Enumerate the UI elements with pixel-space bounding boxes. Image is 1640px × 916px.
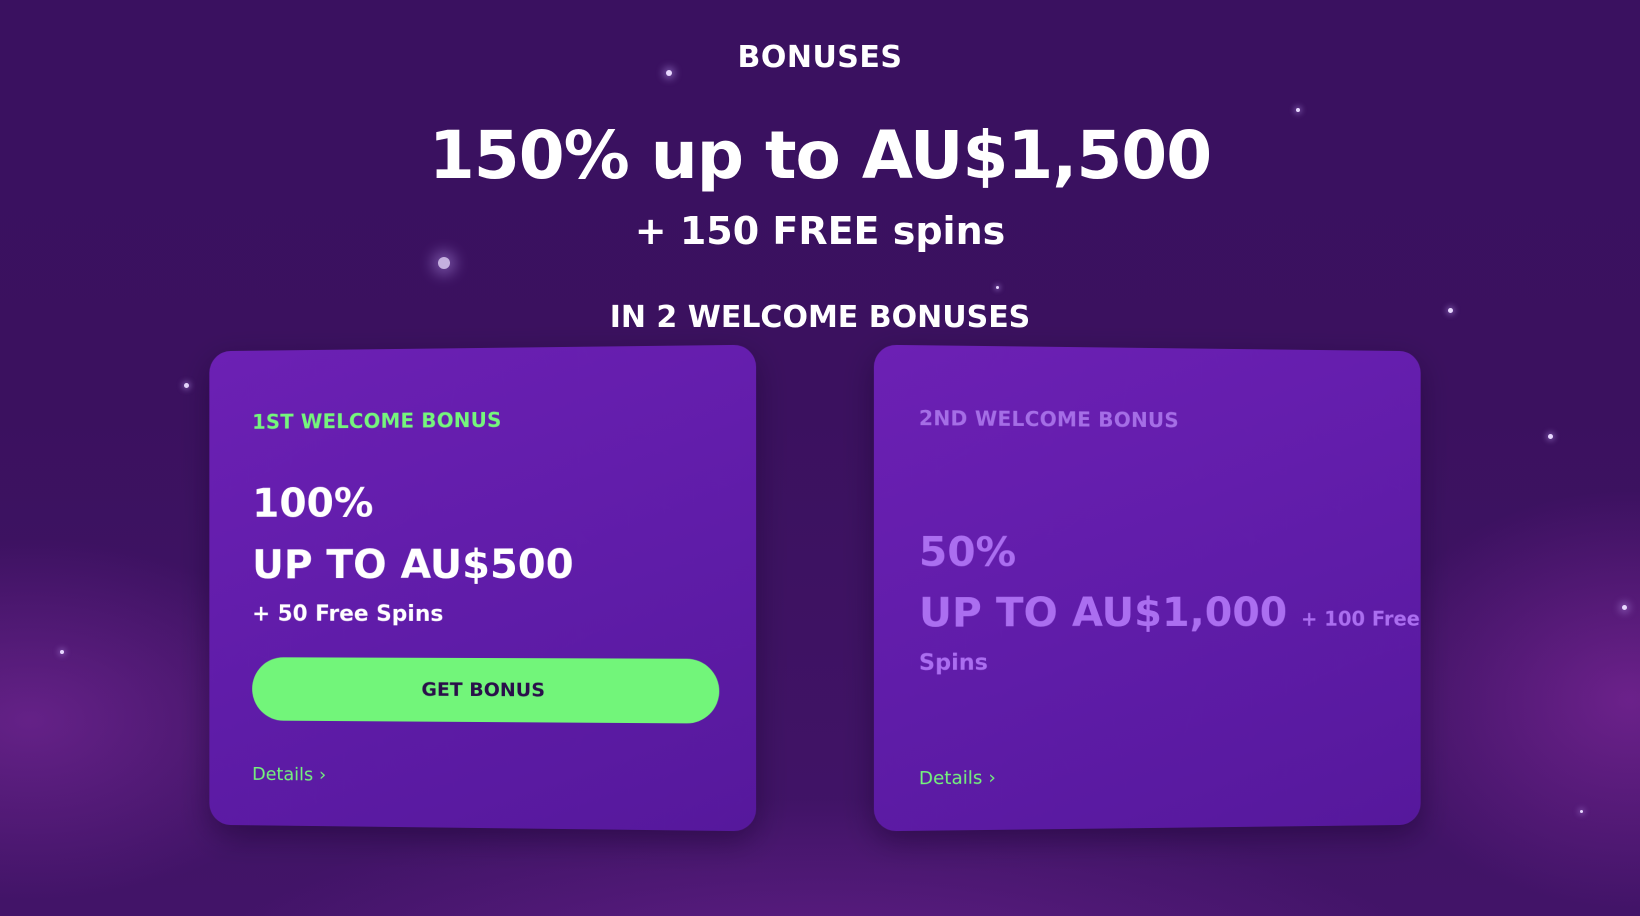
star-decoration xyxy=(1548,434,1553,439)
welcome-bonuses-note: IN 2 WELCOME BONUSES xyxy=(609,300,1031,335)
star-decoration xyxy=(1580,810,1583,813)
bonus-headline: 150% up to AU$1,500 xyxy=(428,117,1212,194)
free-spins-text: + 50 Free Spins xyxy=(252,601,444,627)
card-label: 2ND WELCOME BONUS xyxy=(918,405,1179,433)
star-decoration xyxy=(996,286,999,289)
section-eyebrow: BONUSES xyxy=(737,40,903,75)
bonus-amount: UP TO AU$500 xyxy=(252,541,574,588)
details-link[interactable]: Details › xyxy=(252,764,326,785)
details-label: Details xyxy=(252,763,314,786)
details-link[interactable]: Details › xyxy=(919,767,996,789)
star-decoration xyxy=(438,257,450,269)
star-decoration xyxy=(1622,605,1627,610)
free-spins-continued: Spins xyxy=(918,650,988,677)
bonus-percent: 50% xyxy=(918,529,1017,576)
star-decoration xyxy=(184,383,189,388)
first-welcome-bonus-card: 1ST WELCOME BONUS 100% UP TO AU$500 + 50… xyxy=(209,344,757,832)
free-spins-subline: + 150 FREE spins xyxy=(634,209,1006,253)
chevron-right-icon: › xyxy=(319,764,327,786)
chevron-right-icon: › xyxy=(988,767,996,789)
card-label: 1ST WELCOME BONUS xyxy=(252,407,502,434)
bonus-percent: 100% xyxy=(252,480,374,527)
star-decoration xyxy=(1296,108,1300,112)
free-spins-inline: + 100 Free xyxy=(1300,606,1420,631)
details-label: Details xyxy=(918,767,983,790)
bonus-amount: UP TO AU$1,000 + 100 Free xyxy=(919,590,1420,637)
get-bonus-button[interactable]: GET BONUS xyxy=(252,657,720,724)
bonus-amount-value: UP TO AU$1,000 xyxy=(918,589,1288,637)
star-decoration xyxy=(60,650,64,654)
second-welcome-bonus-card: 2ND WELCOME BONUS 50% UP TO AU$1,000 + 1… xyxy=(873,344,1421,832)
